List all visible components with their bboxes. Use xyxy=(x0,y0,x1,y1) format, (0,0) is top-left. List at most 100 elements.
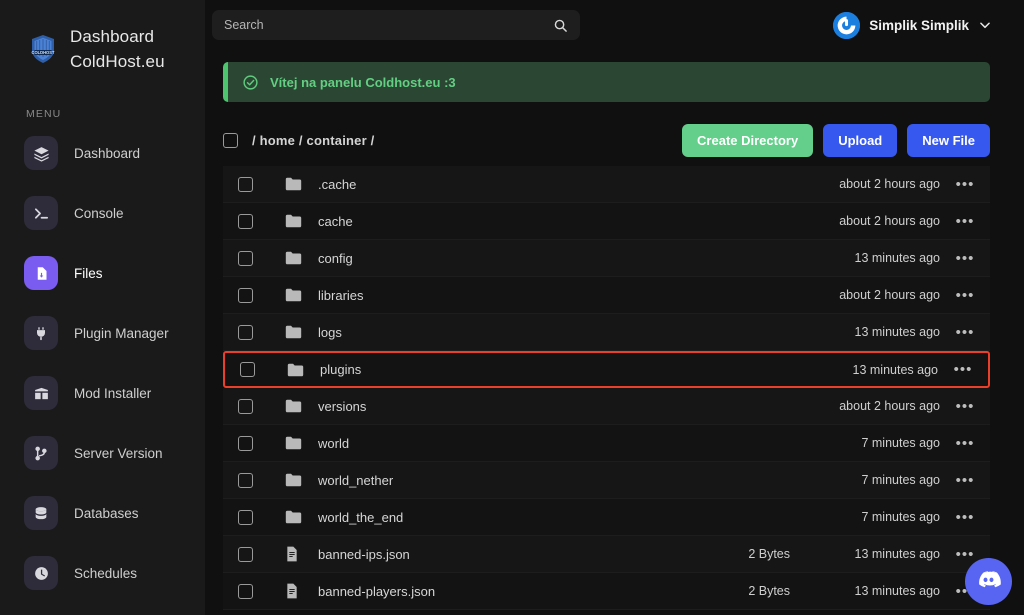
menu-section-label: MENU xyxy=(26,108,62,120)
sidebar-item-server-version[interactable]: Server Version xyxy=(0,430,205,476)
sidebar-item-label: Console xyxy=(74,205,124,221)
row-actions-menu[interactable]: ••• xyxy=(940,435,990,452)
table-row[interactable]: world_nether 7 minutes ago ••• xyxy=(223,462,990,499)
app-root: COLDHOST Dashboard ColdHost.eu MENU Dash… xyxy=(0,0,1024,615)
breadcrumb[interactable]: / home / container / xyxy=(252,133,374,148)
row-checkbox[interactable] xyxy=(238,176,253,192)
search-input[interactable] xyxy=(224,18,553,32)
row-checkbox[interactable] xyxy=(238,546,253,562)
row-modified-time: about 2 hours ago xyxy=(839,399,940,413)
row-file-size: 2 Bytes xyxy=(748,547,790,561)
row-checkbox[interactable] xyxy=(238,583,253,599)
svg-text:COLDHOST: COLDHOST xyxy=(32,50,55,55)
row-actions-menu[interactable]: ••• xyxy=(940,287,990,304)
row-file-name[interactable]: .cache xyxy=(318,177,680,192)
search-bar[interactable] xyxy=(212,10,580,40)
file-list: .cache about 2 hours ago ••• cache about 2 h… xyxy=(223,166,990,610)
sidebar-item-label: Schedules xyxy=(74,565,138,581)
row-checkbox[interactable] xyxy=(238,287,253,303)
row-file-name[interactable]: logs xyxy=(318,325,680,340)
row-actions-menu[interactable]: ••• xyxy=(940,509,990,526)
search-icon[interactable] xyxy=(553,18,568,33)
row-actions-menu[interactable]: ••• xyxy=(940,324,990,341)
row-checkbox[interactable] xyxy=(238,250,253,266)
row-checkbox[interactable] xyxy=(238,213,253,229)
sidebar-item-console[interactable]: Console xyxy=(0,190,205,236)
row-file-name[interactable]: world_nether xyxy=(318,473,680,488)
sidebar-item-plugin-manager[interactable]: Plugin Manager xyxy=(0,310,205,356)
check-circle-icon xyxy=(242,74,259,91)
brand-line-2: ColdHost.eu xyxy=(70,52,165,71)
main-content: Simplik Simplik Vítej na panelu Coldhost… xyxy=(205,0,1024,615)
sidebar-item-databases[interactable]: Databases xyxy=(0,490,205,536)
table-row[interactable]: world 7 minutes ago ••• xyxy=(223,425,990,462)
topbar: Simplik Simplik xyxy=(205,0,1024,50)
row-file-name[interactable]: world_the_end xyxy=(318,510,680,525)
avatar xyxy=(833,11,861,39)
row-file-name[interactable]: plugins xyxy=(320,362,678,377)
sidebar-item-schedules[interactable]: Schedules xyxy=(0,550,205,596)
folder-icon xyxy=(285,325,302,339)
table-row[interactable]: banned-ips.json 2 Bytes 13 minutes ago ••• xyxy=(223,536,990,573)
user-menu[interactable]: Simplik Simplik xyxy=(833,11,1006,39)
row-actions-menu[interactable]: ••• xyxy=(940,176,990,193)
row-actions-menu[interactable]: ••• xyxy=(940,213,990,230)
row-checkbox[interactable] xyxy=(240,362,255,377)
row-actions-menu[interactable]: ••• xyxy=(940,250,990,267)
discord-button[interactable] xyxy=(965,558,1012,605)
row-checkbox[interactable] xyxy=(238,435,253,451)
sidebar-item-dashboard[interactable]: Dashboard xyxy=(0,130,205,176)
row-actions-menu[interactable]: ••• xyxy=(940,472,990,489)
row-file-name[interactable]: config xyxy=(318,251,680,266)
table-row[interactable]: logs 13 minutes ago ••• xyxy=(223,314,990,351)
row-modified-time: 13 minutes ago xyxy=(852,362,938,377)
row-actions-menu[interactable]: ••• xyxy=(940,398,990,415)
brand-title: Dashboard ColdHost.eu xyxy=(70,24,165,74)
table-row[interactable]: versions about 2 hours ago ••• xyxy=(223,388,990,425)
layers-icon xyxy=(24,136,58,170)
package-icon xyxy=(24,376,58,410)
row-modified-time: about 2 hours ago xyxy=(839,214,940,228)
upload-button[interactable]: Upload xyxy=(823,123,898,157)
row-file-name[interactable]: banned-players.json xyxy=(318,584,680,599)
create-directory-button[interactable]: Create Directory xyxy=(682,123,814,157)
table-row[interactable]: config 13 minutes ago ••• xyxy=(223,240,990,277)
sidebar-item-label: Databases xyxy=(74,505,139,521)
row-checkbox[interactable] xyxy=(238,472,253,488)
table-row[interactable]: cache about 2 hours ago ••• xyxy=(223,203,990,240)
table-row[interactable]: libraries about 2 hours ago ••• xyxy=(223,277,990,314)
row-checkbox[interactable] xyxy=(238,509,253,525)
row-file-name[interactable]: cache xyxy=(318,214,680,229)
table-row[interactable]: plugins 13 minutes ago ••• xyxy=(223,351,990,388)
coldhost-logo-icon: COLDHOST xyxy=(26,32,60,66)
table-row[interactable]: banned-players.json 2 Bytes 13 minutes ago… xyxy=(223,573,990,610)
row-checkbox[interactable] xyxy=(238,398,253,414)
folder-icon xyxy=(285,436,302,450)
table-row[interactable]: .cache about 2 hours ago ••• xyxy=(223,166,990,203)
folder-icon xyxy=(285,251,302,265)
brand[interactable]: COLDHOST Dashboard ColdHost.eu xyxy=(0,0,205,74)
row-modified-time: 7 minutes ago xyxy=(861,436,940,450)
chevron-down-icon[interactable] xyxy=(978,18,992,32)
file-toolbar: / home / container / Create Directory Up… xyxy=(223,121,990,159)
select-all-checkbox[interactable] xyxy=(223,132,238,148)
table-row[interactable]: world_the_end 7 minutes ago ••• xyxy=(223,499,990,536)
row-modified-time: 13 minutes ago xyxy=(854,584,940,598)
toolbar-actions: Create Directory Upload New File xyxy=(682,123,990,157)
sidebar: COLDHOST Dashboard ColdHost.eu MENU Dash… xyxy=(0,0,205,615)
new-file-button[interactable]: New File xyxy=(907,123,990,157)
database-icon xyxy=(24,496,58,530)
sidebar-item-label: Server Version xyxy=(74,445,163,461)
row-modified-time: about 2 hours ago xyxy=(839,177,940,191)
row-file-name[interactable]: versions xyxy=(318,399,680,414)
row-file-name[interactable]: libraries xyxy=(318,288,680,303)
row-actions-menu[interactable]: ••• xyxy=(938,361,988,378)
row-checkbox[interactable] xyxy=(238,324,253,340)
sidebar-item-files[interactable]: Files xyxy=(0,250,205,296)
row-modified-time: 13 minutes ago xyxy=(854,325,940,339)
sidebar-item-users[interactable]: Users xyxy=(0,610,205,615)
alert-message: Vítej na panelu Coldhost.eu :3 xyxy=(270,74,456,90)
sidebar-item-mod-installer[interactable]: Mod Installer xyxy=(0,370,205,416)
row-file-name[interactable]: banned-ips.json xyxy=(318,547,680,562)
row-file-name[interactable]: world xyxy=(318,436,680,451)
